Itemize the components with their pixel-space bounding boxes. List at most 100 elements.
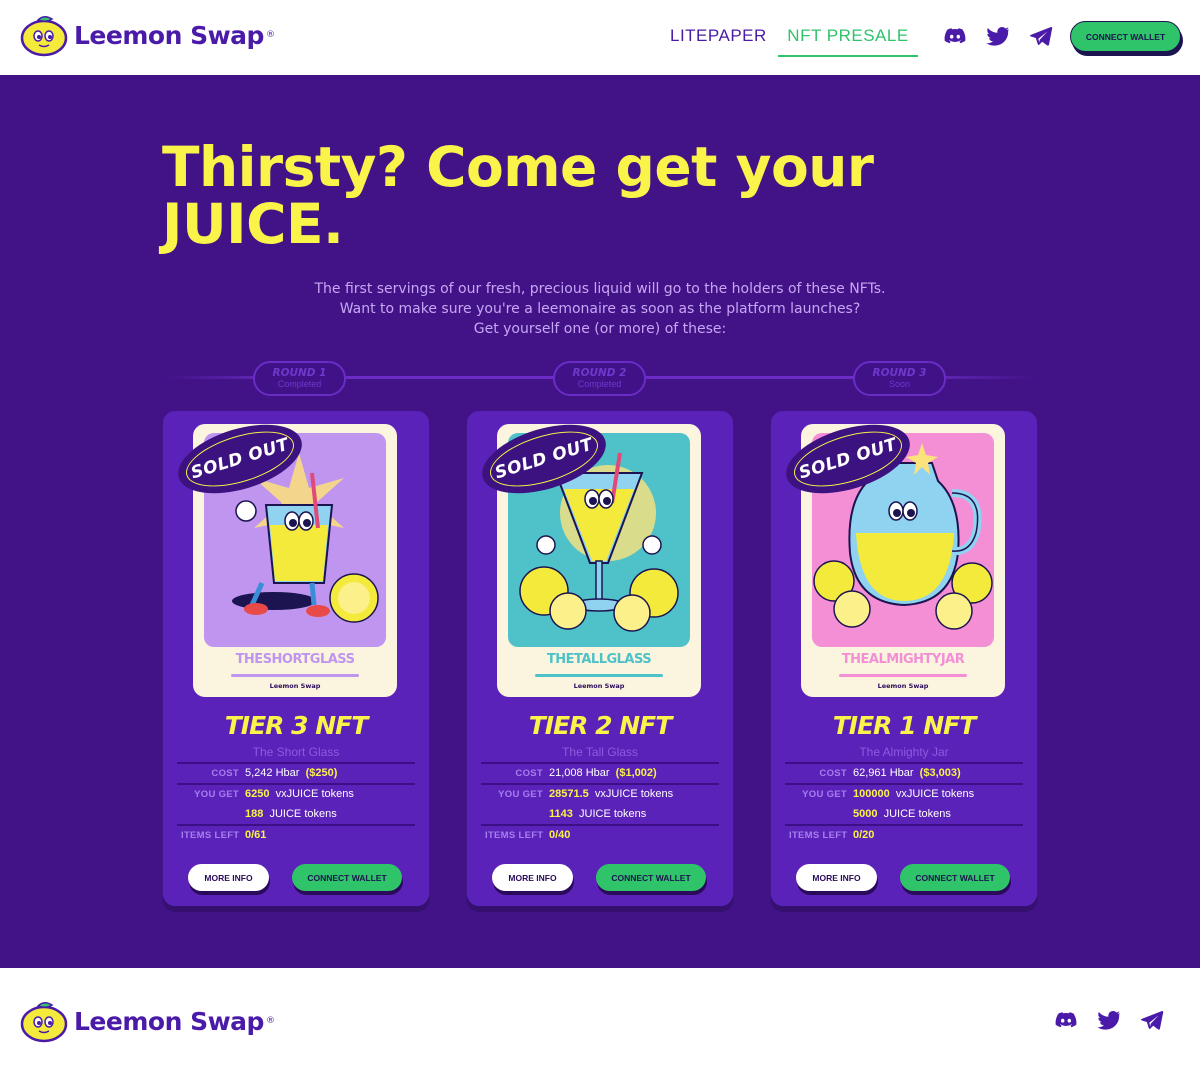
telegram-icon[interactable] <box>1029 24 1053 48</box>
round-3-pill: ROUND 3 Soon <box>853 361 946 396</box>
round-title: ROUND 3 <box>872 367 927 379</box>
vxjuice-amount: 100000 <box>853 788 890 800</box>
page-headline: Thirsty? Come get your JUICE. <box>162 139 922 253</box>
discord-icon[interactable] <box>943 24 967 48</box>
art-title-underline <box>535 674 663 677</box>
headline-line-2: JUICE. <box>162 192 344 256</box>
nft-card-tier-1: THEALMIGHTYJAR Leemon Swap SOLD OUT TIER… <box>771 411 1037 906</box>
cost-row: COST 5,242 Hbar ($250) <box>163 767 429 783</box>
divider <box>481 824 719 826</box>
juice-value: 188 JUICE tokens <box>245 808 337 820</box>
tier-subtitle: The Short Glass <box>252 745 340 759</box>
twitter-icon[interactable] <box>1097 1008 1121 1032</box>
items-left-row: ITEMS LEFT 0/40 <box>467 829 733 845</box>
round-2-pill: ROUND 2 Completed <box>553 361 646 396</box>
art-brand-label: Leemon Swap <box>573 682 625 690</box>
juice-amount: 1143 <box>549 808 573 820</box>
cost-usd: ($3,003) <box>919 767 961 779</box>
juice-unit: JUICE tokens <box>883 808 951 820</box>
cost-label: COST <box>211 768 239 779</box>
cost-usd: ($1,002) <box>615 767 657 779</box>
footer-brand-logo[interactable]: Leemon Swap ® <box>18 998 275 1044</box>
round-status: Soon <box>888 379 911 389</box>
intro-line-3: Get yourself one (or more) of these: <box>473 321 727 337</box>
registered-mark: ® <box>265 30 275 40</box>
vxjuice-unit: vxJUICE tokens <box>895 788 975 800</box>
brand-name: Leemon Swap <box>74 20 264 50</box>
brand-logo[interactable]: Leemon Swap ® <box>18 12 275 58</box>
juice-row: 5000 JUICE tokens <box>771 808 1037 824</box>
intro-line-2: Want to make sure you're a leemonaire as… <box>339 301 861 317</box>
cost-label: COST <box>515 768 543 779</box>
divider <box>177 783 415 785</box>
nav-nft-presale[interactable]: NFT PRESALE <box>778 22 918 57</box>
art-title-underline <box>231 674 359 677</box>
connect-wallet-button[interactable]: CONNECT WALLET <box>596 864 706 891</box>
more-info-button[interactable]: MORE INFO <box>492 864 573 891</box>
nft-art-title: THETALLGLASS <box>546 652 652 667</box>
divider <box>785 762 1023 764</box>
cost-row: COST 62,961 Hbar ($3,003) <box>771 767 1037 783</box>
divider <box>785 824 1023 826</box>
cost-row: COST 21,008 Hbar ($1,002) <box>467 767 733 783</box>
connect-wallet-button[interactable]: CONNECT WALLET <box>1070 21 1181 52</box>
vxjuice-amount: 6250 <box>245 788 270 800</box>
tier-subtitle: The Almighty Jar <box>859 745 949 759</box>
top-header: Leemon Swap ® LITEPAPER NFT PRESALE CONN… <box>0 0 1200 75</box>
headline-line-1: Thirsty? Come get your <box>162 135 874 199</box>
nft-art-title: THEALMIGHTYJAR <box>841 652 965 667</box>
brand-name: Leemon Swap <box>74 1006 264 1036</box>
intro-line-1: The first servings of our fresh, preciou… <box>314 281 886 297</box>
art-title-underline <box>839 674 967 677</box>
discord-icon[interactable] <box>1054 1008 1078 1032</box>
vxjuice-value: 28571.5 vxJUICE tokens <box>549 788 673 800</box>
cost-value: 5,242 Hbar ($250) <box>245 767 337 779</box>
juice-unit: JUICE tokens <box>269 808 337 820</box>
connect-wallet-button[interactable]: CONNECT WALLET <box>900 864 1010 891</box>
nav-litepaper[interactable]: LITEPAPER <box>670 22 767 54</box>
telegram-icon[interactable] <box>1140 1008 1164 1032</box>
cost-value: 21,008 Hbar ($1,002) <box>549 767 657 779</box>
juice-value: 1143 JUICE tokens <box>549 808 646 820</box>
items-left-label: ITEMS LEFT <box>485 830 544 841</box>
divider <box>177 824 415 826</box>
you-get-label: YOU GET <box>802 789 847 800</box>
nft-art-title: THESHORTGLASS <box>235 652 355 667</box>
you-get-row: YOU GET 100000 vxJUICE tokens <box>771 788 1037 804</box>
tier-title: TIER 2 NFT <box>528 711 673 740</box>
juice-row: 188 JUICE tokens <box>163 808 429 824</box>
more-info-button[interactable]: MORE INFO <box>188 864 269 891</box>
cost-label: COST <box>819 768 847 779</box>
art-brand-label: Leemon Swap <box>269 682 321 690</box>
cost-value: 62,961 Hbar ($3,003) <box>853 767 961 779</box>
juice-row: 1143 JUICE tokens <box>467 808 733 824</box>
cost-hbar: 21,008 Hbar <box>549 767 610 779</box>
items-left-value: 0/20 <box>853 829 875 841</box>
divider <box>177 762 415 764</box>
juice-amount: 188 <box>245 808 264 820</box>
more-info-button[interactable]: MORE INFO <box>796 864 877 891</box>
tier-subtitle: The Tall Glass <box>562 745 638 759</box>
twitter-icon[interactable] <box>986 24 1010 48</box>
you-get-label: YOU GET <box>194 789 239 800</box>
items-left-label: ITEMS LEFT <box>181 830 240 841</box>
juice-value: 5000 JUICE tokens <box>853 808 951 820</box>
items-left-value: 0/40 <box>549 829 571 841</box>
vxjuice-unit: vxJUICE tokens <box>275 788 354 800</box>
lemon-mascot-icon <box>20 1002 68 1043</box>
connect-wallet-button[interactable]: CONNECT WALLET <box>292 864 402 891</box>
round-status: Completed <box>577 379 622 389</box>
nav-litepaper-link[interactable]: LITEPAPER <box>670 22 767 46</box>
juice-amount: 5000 <box>853 808 878 820</box>
round-status: Completed <box>277 379 322 389</box>
vxjuice-unit: vxJUICE tokens <box>594 788 674 800</box>
round-title: ROUND 1 <box>272 367 327 379</box>
you-get-row: YOU GET 6250 vxJUICE tokens <box>163 788 429 804</box>
nft-presale-section: Thirsty? Come get your JUICE. The first … <box>0 75 1200 968</box>
nav-nft-presale-link[interactable]: NFT PRESALE <box>778 22 918 57</box>
page-footer: Leemon Swap ® <box>0 968 1200 1071</box>
nft-card-tier-3: THESHORTGLASS Leemon Swap SOLD OUT TIER … <box>163 411 429 906</box>
items-left-row: ITEMS LEFT 0/20 <box>771 829 1037 845</box>
divider <box>785 783 1023 785</box>
vxjuice-amount: 28571.5 <box>549 788 589 800</box>
